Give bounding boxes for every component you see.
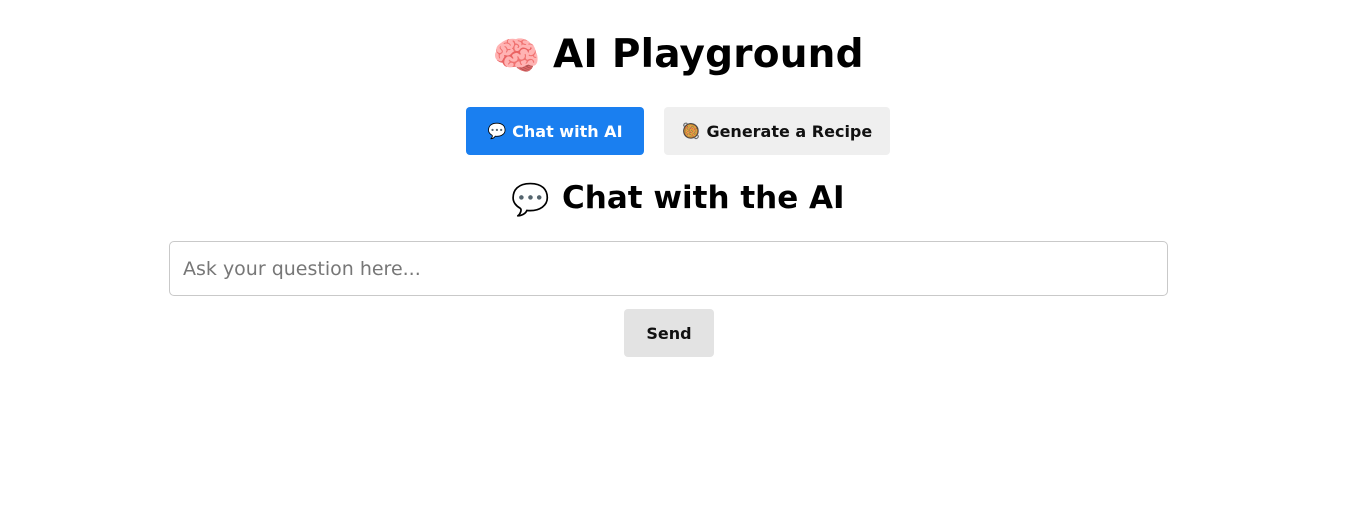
tab-generate-recipe[interactable]: 🥘 Generate a Recipe <box>664 107 890 155</box>
brain-icon: 🧠 <box>492 34 541 79</box>
mode-tabs: 💬 Chat with AI 🥘 Generate a Recipe <box>0 107 1356 155</box>
page-title: 🧠 AI Playground <box>0 30 1356 82</box>
tab-generate-recipe-label: Generate a Recipe <box>706 121 873 141</box>
chat-section-heading: 💬 Chat with the AI <box>0 176 1356 222</box>
speech-bubble-icon: 💬 <box>487 122 507 140</box>
question-input[interactable] <box>169 241 1168 296</box>
food-pan-icon: 🥘 <box>681 122 701 140</box>
ai-playground-page: 🧠 AI Playground 💬 Chat with AI 🥘 Generate… <box>0 0 1356 529</box>
speech-bubble-icon: 💬 <box>511 182 551 218</box>
tab-chat-with-ai[interactable]: 💬 Chat with AI <box>466 107 644 155</box>
page-title-text: AI Playground <box>553 32 864 77</box>
chat-section-heading-text: Chat with the AI <box>562 180 845 216</box>
tab-chat-with-ai-label: Chat with AI <box>512 121 623 141</box>
send-button[interactable]: Send <box>624 309 714 357</box>
